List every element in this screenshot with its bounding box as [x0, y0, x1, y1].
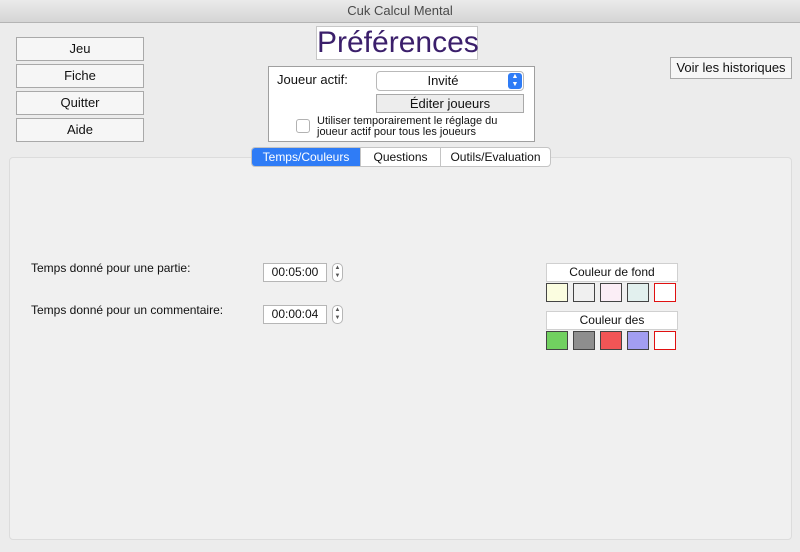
nav-jeu-button[interactable]: Jeu: [16, 37, 144, 61]
active-player-label: Joueur actif:: [277, 72, 348, 87]
edit-players-button[interactable]: Éditer joueurs: [376, 94, 524, 113]
text-color-swatch[interactable]: [600, 331, 622, 350]
game-time-input[interactable]: 00:05:00: [263, 263, 327, 282]
temp-settings-label: Utiliser temporairement le réglage du jo…: [317, 115, 498, 138]
tab-temps-couleurs[interactable]: Temps/Couleurs: [252, 148, 360, 166]
nav-quitter-button[interactable]: Quitter: [16, 91, 144, 115]
background-swatch[interactable]: [573, 283, 595, 302]
text-color-header: Couleur des: [546, 311, 678, 330]
player-select-value: Invité: [427, 73, 459, 88]
player-select[interactable]: Invité ▲ ▼: [376, 71, 524, 91]
background-swatch[interactable]: [600, 283, 622, 302]
tab-content-panel: Temps donné pour une partie: 00:05:00 ▲ ▼…: [9, 157, 792, 540]
tab-bar: Temps/Couleurs Questions Outils/Evaluati…: [251, 147, 551, 167]
page-title: Préférences: [316, 26, 479, 60]
background-color-header: Couleur de fond: [546, 263, 678, 282]
background-swatch[interactable]: [546, 283, 568, 302]
player-panel: Joueur actif: Invité ▲ ▼ Éditer joueurs U…: [268, 66, 535, 142]
text-color-swatch[interactable]: [573, 331, 595, 350]
comment-time-label: Temps donné pour un commentaire:: [31, 303, 224, 317]
temp-settings-checkbox[interactable]: [296, 119, 310, 133]
comment-time-input[interactable]: 00:00:04: [263, 305, 327, 324]
tab-outils-evaluation[interactable]: Outils/Evaluation: [440, 148, 550, 166]
text-color-swatch-selected[interactable]: [654, 331, 676, 350]
window-title: Cuk Calcul Mental: [0, 0, 800, 23]
chevron-updown-icon: ▲ ▼: [508, 73, 522, 89]
comment-time-stepper[interactable]: ▲ ▼: [332, 305, 343, 324]
background-swatch-selected[interactable]: [654, 283, 676, 302]
history-button[interactable]: Voir les historiques: [670, 57, 792, 79]
nav-fiche-button[interactable]: Fiche: [16, 64, 144, 88]
text-color-swatch[interactable]: [546, 331, 568, 350]
preferences-window: Jeu Fiche Quitter Aide Préférences Voir …: [0, 23, 800, 552]
background-swatch[interactable]: [627, 283, 649, 302]
game-time-label: Temps donné pour une partie:: [31, 261, 191, 275]
game-time-stepper[interactable]: ▲ ▼: [332, 263, 343, 282]
tab-questions[interactable]: Questions: [360, 148, 440, 166]
text-color-swatch[interactable]: [627, 331, 649, 350]
nav-aide-button[interactable]: Aide: [16, 118, 144, 142]
